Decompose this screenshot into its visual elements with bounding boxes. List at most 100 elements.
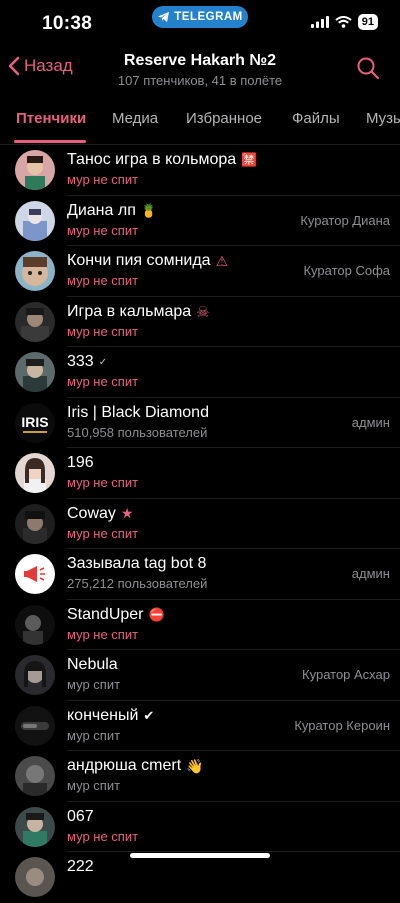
telegram-badge[interactable]: TELEGRAM bbox=[152, 6, 248, 28]
avatar bbox=[15, 453, 55, 493]
cellular-signal-icon bbox=[310, 16, 329, 28]
member-row[interactable]: Диана лп 🍍 мур не спит Куратор Диана bbox=[0, 196, 400, 246]
member-status: мур не спит bbox=[67, 475, 139, 490]
member-role: Куратор Диана bbox=[300, 212, 390, 228]
avatar bbox=[15, 756, 55, 796]
member-status: 510,958 пользователей bbox=[67, 424, 208, 440]
home-indicator bbox=[130, 853, 270, 858]
member-role: Куратор Кероин bbox=[294, 717, 390, 733]
member-row[interactable]: StandUper ⛔ мур не спит bbox=[0, 600, 400, 650]
member-name: 196 bbox=[67, 454, 94, 471]
avatar bbox=[15, 503, 55, 544]
member-status: мур спит bbox=[67, 727, 121, 743]
battery-indicator: 91 bbox=[357, 14, 378, 30]
tab-music[interactable]: Музы bbox=[366, 110, 400, 127]
member-status: мур спит bbox=[67, 778, 121, 793]
no-entry-sign-icon: 🈲 bbox=[241, 152, 258, 167]
member-row[interactable]: Танос игра в кольмора 🈲 мур не спит bbox=[0, 145, 400, 196]
back-label: Назад bbox=[24, 56, 73, 75]
checkmark-icon: ✓ bbox=[98, 356, 108, 368]
member-name: конченый bbox=[67, 706, 139, 724]
member-row[interactable]: Кончи пия сомнида ⚠ мур не спит Куратор С… bbox=[0, 246, 400, 297]
page-title: Reserve Hakarh №2 bbox=[123, 52, 277, 69]
warning-icon: ⚠ bbox=[215, 252, 229, 269]
member-name: 067 bbox=[67, 807, 94, 825]
status-bar: 10:38 TELEGRAM 91 bbox=[0, 0, 400, 44]
member-row[interactable]: Coway ★ мур не спит bbox=[0, 499, 400, 549]
member-status: мур не спит bbox=[67, 626, 139, 642]
avatar bbox=[15, 301, 55, 342]
member-role: админ bbox=[351, 414, 390, 430]
member-status: 275,212 пользователей bbox=[67, 576, 208, 591]
member-name: Зазывала tag bot 8 bbox=[67, 555, 207, 572]
member-name: StandUper bbox=[67, 605, 144, 623]
member-row[interactable]: 067 мур не спит bbox=[0, 802, 400, 852]
member-status: мур спит bbox=[67, 677, 121, 692]
minus-circle-icon: ⛔ bbox=[148, 606, 165, 622]
member-row[interactable]: IRIS Iris | Black Diamond 510,958 пользо… bbox=[0, 398, 400, 448]
skull-icon: ☠ bbox=[196, 303, 210, 321]
member-row[interactable]: Nebula мур спит Куратор Асхар bbox=[0, 650, 400, 701]
telegram-plane-icon bbox=[158, 12, 170, 22]
chevron-left-icon bbox=[8, 56, 20, 76]
member-role: Куратор Асхар bbox=[302, 667, 390, 682]
member-role: Куратор Софа bbox=[303, 263, 390, 278]
star-icon: ★ bbox=[120, 505, 134, 521]
member-count: 107 птенчиков, 41 в полёте bbox=[117, 73, 283, 88]
member-status: мур не спит bbox=[67, 828, 139, 844]
tab-active-indicator bbox=[14, 140, 86, 143]
avatar bbox=[15, 604, 55, 645]
search-icon bbox=[357, 57, 380, 80]
member-name: Nebula bbox=[67, 656, 118, 673]
tab-favorites[interactable]: Избранное bbox=[186, 110, 262, 127]
swoosh-icon: ✔ bbox=[143, 707, 155, 723]
title-block[interactable]: Reserve Hakarh №2 107 птенчиков, 41 в по… bbox=[90, 52, 310, 88]
avatar: IRIS bbox=[15, 402, 55, 443]
avatar bbox=[15, 352, 55, 392]
member-row[interactable]: 222 bbox=[0, 852, 400, 903]
member-list: Танос игра в кольмора 🈲 мур не спит Диана… bbox=[0, 145, 400, 903]
avatar bbox=[15, 655, 55, 695]
avatar bbox=[15, 251, 55, 291]
member-name: 333 bbox=[67, 353, 94, 370]
pineapple-icon: 🍍 bbox=[140, 202, 158, 218]
member-row[interactable]: андрюша cmert 👋 мур спит bbox=[0, 751, 400, 802]
member-name: Кончи пия сомнида bbox=[67, 252, 211, 269]
clock: 10:38 bbox=[42, 13, 93, 34]
member-status: мур не спит bbox=[67, 323, 139, 339]
avatar bbox=[15, 857, 55, 897]
member-row[interactable]: Игра в кальмара ☠ мур не спит bbox=[0, 297, 400, 347]
member-row[interactable]: 196 мур не спит bbox=[0, 448, 400, 499]
tab-files[interactable]: Файлы bbox=[292, 110, 340, 127]
status-icons: 91 bbox=[310, 14, 378, 30]
back-button[interactable]: Назад bbox=[8, 56, 73, 76]
tab-members[interactable]: Птенчики bbox=[16, 110, 86, 127]
member-name: Танос игра в кольмора bbox=[67, 151, 237, 168]
telegram-badge-label: TELEGRAM bbox=[174, 11, 243, 23]
member-name: 222 bbox=[67, 858, 94, 875]
member-status: мур не спит bbox=[67, 222, 139, 238]
member-name: Coway bbox=[67, 504, 116, 522]
search-button[interactable] bbox=[356, 56, 380, 85]
member-role: админ bbox=[351, 566, 390, 581]
svg-text:IRIS: IRIS bbox=[21, 414, 48, 430]
member-name: Iris | Black Diamond bbox=[67, 403, 209, 421]
wifi-icon bbox=[335, 16, 352, 28]
avatar bbox=[15, 806, 55, 847]
member-name: Игра в кальмара bbox=[67, 302, 192, 320]
avatar bbox=[15, 200, 55, 241]
tab-media[interactable]: Медиа bbox=[112, 110, 158, 127]
avatar bbox=[15, 554, 55, 594]
member-name: Диана лп bbox=[67, 201, 136, 219]
member-status: мур не спит bbox=[67, 374, 139, 389]
avatar bbox=[15, 705, 55, 746]
member-row[interactable]: конченый ✔ мур спит Куратор Кероин bbox=[0, 701, 400, 751]
member-status: мур не спит bbox=[67, 273, 139, 288]
member-row[interactable]: Зазывала tag bot 8 275,212 пользователей… bbox=[0, 549, 400, 600]
member-status: мур не спит bbox=[67, 525, 139, 541]
member-row[interactable]: 333 ✓ мур не спит bbox=[0, 347, 400, 398]
member-name: андрюша cmert bbox=[67, 757, 182, 774]
tab-bar: Птенчики Медиа Избранное Файлы Музы bbox=[0, 104, 400, 145]
member-status: мур не спит bbox=[67, 172, 139, 187]
chat-header: Назад Reserve Hakarh №2 107 птенчиков, 4… bbox=[0, 48, 400, 98]
